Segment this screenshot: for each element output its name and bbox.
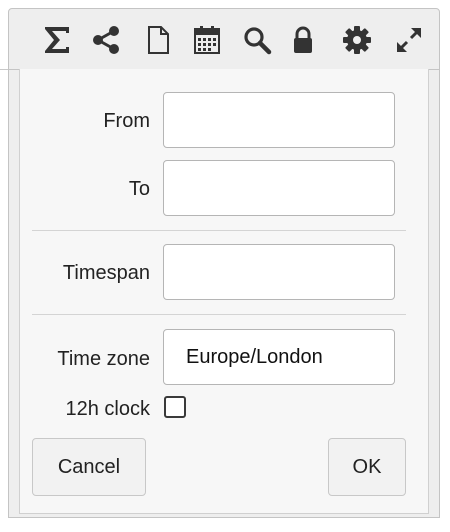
document-icon[interactable] xyxy=(141,23,175,57)
sigma-icon[interactable] xyxy=(40,23,74,57)
calendar-icon[interactable] xyxy=(190,23,224,57)
timespan-field[interactable] xyxy=(163,244,395,300)
timezone-label: Time zone xyxy=(57,348,150,370)
toolbar xyxy=(8,8,440,70)
clock-label: 12h clock xyxy=(65,398,151,420)
left-edge-line xyxy=(0,0,8,70)
from-field[interactable] xyxy=(163,92,395,148)
timespan-label: Timespan xyxy=(62,262,150,284)
from-label: From xyxy=(103,110,150,132)
to-label: To xyxy=(128,178,150,200)
expand-icon[interactable] xyxy=(392,23,426,57)
lock-icon[interactable] xyxy=(286,23,320,57)
bottom-strip xyxy=(8,518,440,532)
gear-icon[interactable] xyxy=(340,23,374,57)
divider xyxy=(32,230,406,231)
share-icon[interactable] xyxy=(89,23,123,57)
timezone-field[interactable] xyxy=(163,329,395,385)
ok-button[interactable]: OK xyxy=(328,438,406,496)
divider xyxy=(32,314,406,315)
search-icon[interactable] xyxy=(240,23,274,57)
cancel-button[interactable]: Cancel xyxy=(32,438,146,496)
clock-checkbox[interactable] xyxy=(164,396,186,418)
to-field[interactable] xyxy=(163,160,395,216)
